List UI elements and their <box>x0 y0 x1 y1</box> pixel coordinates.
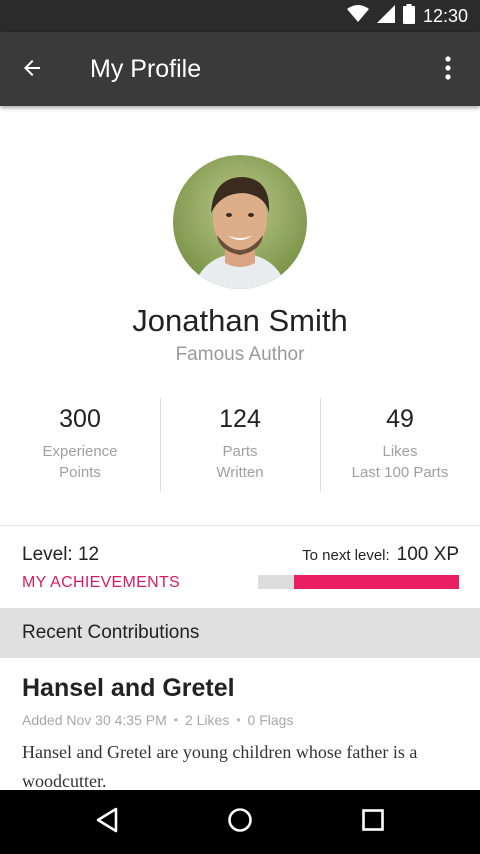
overflow-menu-button[interactable] <box>436 52 460 88</box>
stat-label-line2: Last 100 Parts <box>351 464 449 481</box>
stat-label-line2: Points <box>59 464 101 481</box>
story-excerpt: Hansel and Gretel are young children who… <box>22 742 418 791</box>
status-time: 12:30 <box>422 5 468 26</box>
stat-experience-points: 300 Experience Points <box>0 398 160 492</box>
story-flags: 0 Flags <box>247 712 294 728</box>
cellular-signal-icon <box>376 4 395 28</box>
stat-label-line1: Experience <box>42 443 118 460</box>
stat-label-line1: Parts <box>222 443 258 460</box>
next-level-info: To next level: 100 XP <box>302 544 459 566</box>
status-icons: 12:30 <box>346 0 468 32</box>
back-triangle-icon <box>95 807 119 838</box>
stat-value: 300 <box>59 405 101 433</box>
home-circle-icon <box>227 807 253 838</box>
more-vertical-icon <box>445 55 451 85</box>
arrow-left-icon <box>20 56 44 85</box>
next-level-value: 100 XP <box>396 544 459 565</box>
separator-dot: • <box>236 713 241 727</box>
profile-name: Jonathan Smith <box>132 303 348 338</box>
nav-home-button[interactable] <box>220 802 260 842</box>
stats-row: 300 Experience Points 124 Parts Written … <box>0 398 480 492</box>
stat-label: Experience Points <box>0 441 160 483</box>
story-added: Added Nov 30 4:35 PM <box>22 712 167 728</box>
stat-likes: 49 Likes Last 100 Parts <box>320 398 480 492</box>
stat-label: Likes Last 100 Parts <box>320 441 480 483</box>
system-nav-bar <box>0 790 480 854</box>
status-bar: 12:30 <box>0 0 480 32</box>
story-title[interactable]: Hansel and Gretel <box>22 674 235 703</box>
my-achievements-link[interactable]: MY ACHIEVEMENTS <box>22 574 180 592</box>
avatar <box>173 155 307 289</box>
xp-progress-fill <box>294 575 459 589</box>
level-label: Level: 12 <box>22 544 100 565</box>
story-meta: Added Nov 30 4:35 PM • 2 Likes • 0 Flags <box>22 712 293 728</box>
back-button[interactable] <box>14 52 50 88</box>
profile-role: Famous Author <box>175 344 305 365</box>
app-bar: My Profile <box>0 32 480 106</box>
divider <box>0 525 480 526</box>
stat-value: 124 <box>219 405 261 433</box>
story-likes: 2 Likes <box>184 712 230 728</box>
xp-progress-bar <box>258 575 459 589</box>
battery-icon <box>402 3 415 29</box>
separator-dot: • <box>173 713 178 727</box>
recents-square-icon <box>361 808 385 837</box>
page-title: My Profile <box>90 55 202 83</box>
section-title: Recent Contributions <box>22 622 200 643</box>
nav-back-button[interactable] <box>87 802 127 842</box>
stat-label-line2: Written <box>216 464 264 481</box>
stat-value: 49 <box>386 405 414 433</box>
profile-photo <box>173 155 307 289</box>
stat-label-line1: Likes <box>382 443 418 460</box>
stat-parts-written: 124 Parts Written <box>160 398 320 492</box>
nav-recents-button[interactable] <box>353 802 393 842</box>
next-level-label: To next level: <box>302 547 390 564</box>
wifi-icon <box>346 4 369 28</box>
stat-label: Parts Written <box>160 441 320 483</box>
recent-contributions-header: Recent Contributions <box>0 608 480 658</box>
